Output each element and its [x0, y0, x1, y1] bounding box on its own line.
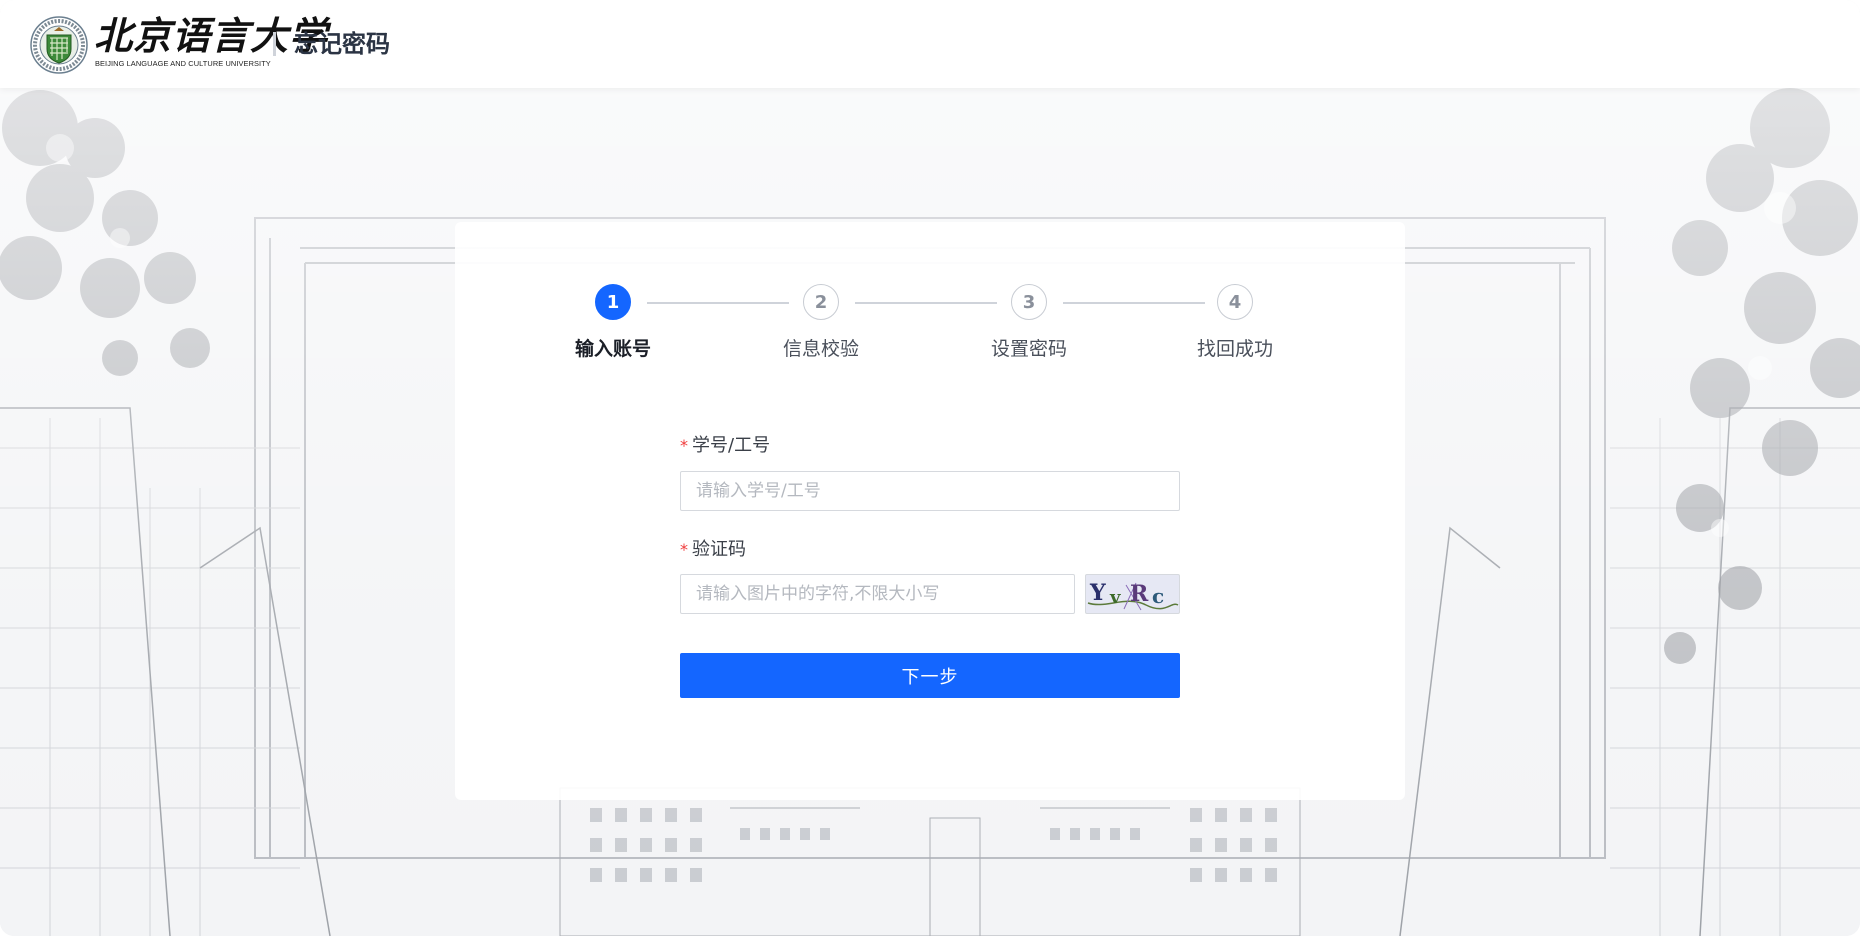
required-mark: *	[680, 540, 688, 559]
step-connector-3	[1063, 302, 1205, 304]
next-step-button[interactable]: 下一步	[680, 653, 1180, 698]
step-1-label: 输入账号	[574, 338, 651, 360]
university-name-en: BEIJING LANGUAGE AND CULTURE UNIVERSITY	[95, 59, 271, 68]
captcha-label-text: 验证码	[692, 539, 746, 560]
account-field-label: * 学号/工号	[680, 434, 770, 458]
step-3-number: 3	[1011, 284, 1047, 320]
header-divider	[273, 32, 276, 56]
step-4-label: 找回成功	[1196, 338, 1273, 360]
required-mark: *	[680, 436, 688, 455]
step-3-label: 设置密码	[990, 338, 1067, 360]
top-header: 北京语言大学 BEIJING LANGUAGE AND CULTURE UNIV…	[0, 0, 1860, 88]
step-connector-1	[647, 302, 789, 304]
captcha-image[interactable]: Y v R c	[1085, 574, 1180, 614]
university-name-cn: 北京语言大学	[94, 13, 329, 58]
progress-steps: 1 2 3 4 输入账号 信息校验 设置密码 找回成功	[455, 222, 1405, 372]
captcha-field-label: * 验证码	[680, 538, 746, 562]
svg-text:R: R	[1130, 581, 1149, 607]
step-connector-2	[855, 302, 997, 304]
university-seal-icon	[30, 16, 88, 74]
page-frame: 北京语言大学 BEIJING LANGUAGE AND CULTURE UNIV…	[0, 0, 1860, 936]
captcha-graphic: Y v R c	[1087, 580, 1179, 611]
svg-text:Y: Y	[1089, 580, 1106, 606]
step-1-number: 1	[595, 284, 631, 320]
page-title: 忘记密码	[294, 30, 390, 58]
step-2-label: 信息校验	[782, 338, 859, 360]
captcha-input[interactable]	[680, 574, 1075, 614]
reset-password-card: 1 2 3 4 输入账号 信息校验 设置密码 找回成功 *学号/工号 *验证码 …	[455, 222, 1405, 800]
account-input[interactable]	[680, 471, 1180, 511]
account-label-text: 学号/工号	[692, 435, 771, 456]
svg-text:c: c	[1152, 584, 1164, 608]
step-4-number: 4	[1217, 284, 1253, 320]
svg-text:v: v	[1109, 587, 1121, 608]
step-2-number: 2	[803, 284, 839, 320]
